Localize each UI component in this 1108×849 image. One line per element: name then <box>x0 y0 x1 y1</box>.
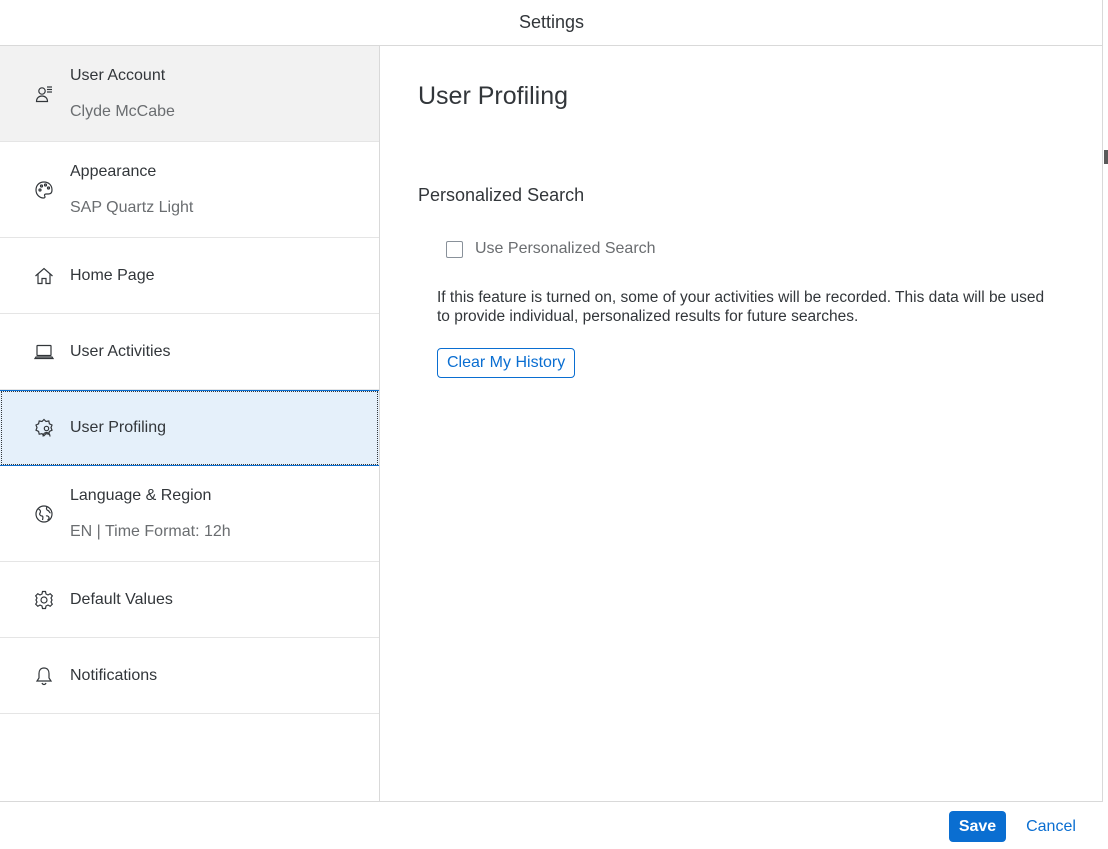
globe-icon <box>33 503 55 525</box>
sidebar-item-subtitle: SAP Quartz Light <box>70 198 194 216</box>
user-profiling-icon <box>33 417 55 439</box>
sidebar-item-default-values[interactable]: Default Values <box>0 562 379 638</box>
sidebar-item-title: User Profiling <box>70 419 167 436</box>
feature-description: If this feature is turned on, some of yo… <box>437 289 1045 325</box>
sidebar-item-title: Appearance <box>70 162 157 180</box>
personalized-search-checkbox[interactable] <box>446 240 463 258</box>
gear-icon <box>33 589 55 611</box>
section-title: Personalized Search <box>418 185 585 205</box>
sidebar-item-title: User Account <box>70 66 166 84</box>
sidebar-item-user-profiling[interactable]: User Profiling <box>0 390 379 466</box>
sidebar-item-subtitle: EN | Time Format: 12h <box>70 522 231 540</box>
sidebar-item-user-activities[interactable]: User Activities <box>0 314 379 390</box>
dialog-footer: Save Cancel <box>0 801 1103 847</box>
settings-content: User Profiling Personalized Search Use P… <box>380 46 1103 801</box>
sidebar-item-subtitle: Clyde McCabe <box>70 102 175 120</box>
sidebar-item-notifications[interactable]: Notifications <box>0 638 379 714</box>
save-button[interactable]: Save <box>949 811 1006 842</box>
palette-icon <box>33 179 55 201</box>
bell-icon <box>33 665 55 687</box>
sidebar-item-language-region[interactable]: Language & Region EN | Time Format: 12h <box>0 466 379 562</box>
personalized-search-label[interactable]: Use Personalized Search <box>475 240 656 258</box>
settings-sidebar: User Account Clyde McCabe Appearance SAP… <box>0 46 380 801</box>
sidebar-item-home-page[interactable]: Home Page <box>0 238 379 314</box>
sidebar-item-title: User Activities <box>70 342 171 360</box>
sidebar-item-title: Notifications <box>70 666 158 684</box>
home-icon <box>33 265 55 287</box>
clear-history-button[interactable]: Clear My History <box>437 348 576 378</box>
sidebar-item-title: Default Values <box>70 590 173 608</box>
dialog-header: Settings <box>0 0 1103 46</box>
laptop-icon <box>33 341 55 363</box>
user-settings-icon <box>33 83 55 105</box>
scrollbar-edge <box>1104 150 1108 164</box>
sidebar-item-title: Home Page <box>70 266 155 284</box>
sidebar-item-user-account[interactable]: User Account Clyde McCabe <box>0 46 379 142</box>
page-title: User Profiling <box>418 82 569 110</box>
cancel-button[interactable]: Cancel <box>1016 811 1086 842</box>
sidebar-item-title: Language & Region <box>70 486 212 504</box>
sidebar-item-appearance[interactable]: Appearance SAP Quartz Light <box>0 142 379 238</box>
personalized-search-option: Use Personalized Search <box>446 240 656 258</box>
dialog-title: Settings <box>518 12 585 32</box>
settings-dialog: Settings User Account Clyde McCabe Appea… <box>0 0 1103 847</box>
